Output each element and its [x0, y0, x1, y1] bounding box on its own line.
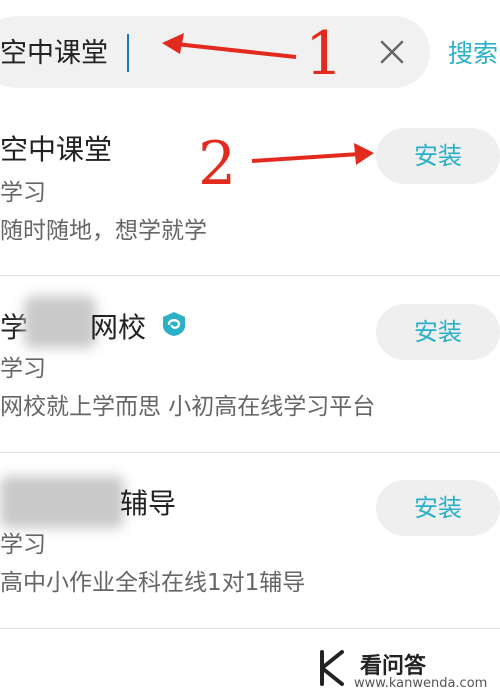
annotation-arrow-2 [251, 143, 374, 165]
watermark-url: www.kanwenda.com [354, 676, 488, 691]
annotation-step-2: 2 [198, 129, 237, 199]
annotation-step-1: 1 [305, 19, 344, 89]
annotation-arrows [162, 33, 374, 165]
watermark-logo-icon [320, 650, 344, 686]
annotation-arrow-1 [162, 33, 297, 59]
watermark: 看问答 www.kanwenda.com [310, 642, 500, 698]
